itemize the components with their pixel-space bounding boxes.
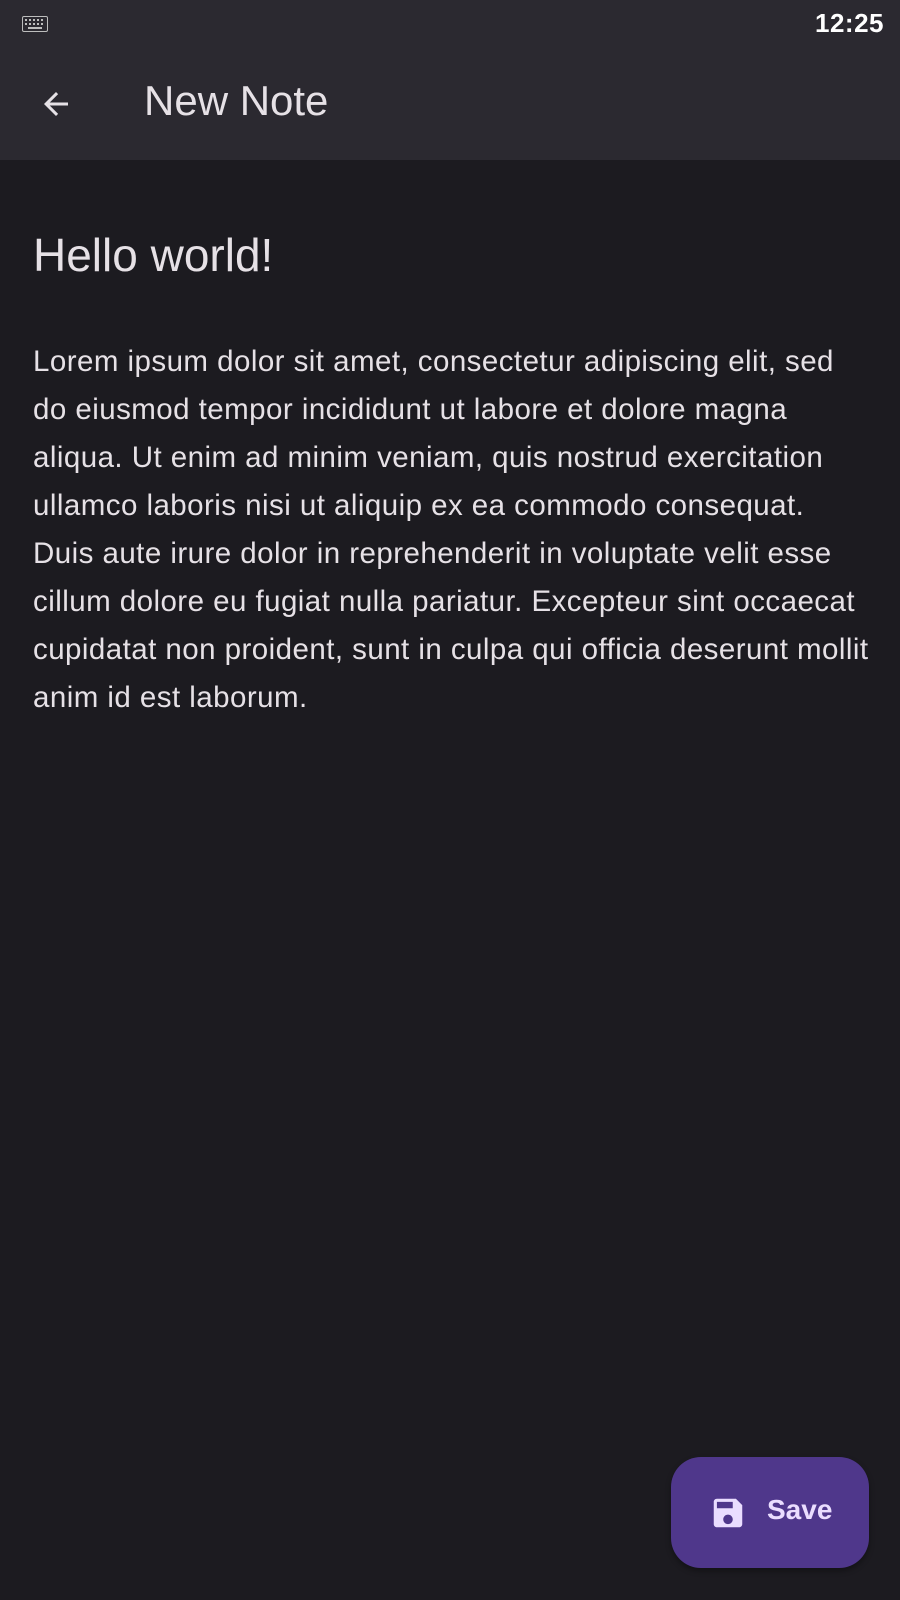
note-title-field[interactable]: Hello world! xyxy=(33,228,863,282)
status-time: 12:25 xyxy=(815,8,884,38)
save-button-label: Save xyxy=(767,1494,833,1525)
note-body-field[interactable]: Lorem ipsum dolor sit amet, consectetur … xyxy=(33,338,873,722)
page-title: New Note xyxy=(144,77,329,124)
save-icon xyxy=(713,1498,743,1528)
arrow-back-icon xyxy=(44,92,68,116)
status-bar: 12:25 xyxy=(0,0,900,48)
keyboard-icon xyxy=(22,16,48,32)
back-button[interactable] xyxy=(24,72,88,136)
top-app-bar: New Note xyxy=(0,48,900,160)
note-editor-screen: 12:25 New Note Hello world! Lorem ipsum … xyxy=(0,0,900,1600)
save-button[interactable]: Save xyxy=(671,1457,869,1568)
